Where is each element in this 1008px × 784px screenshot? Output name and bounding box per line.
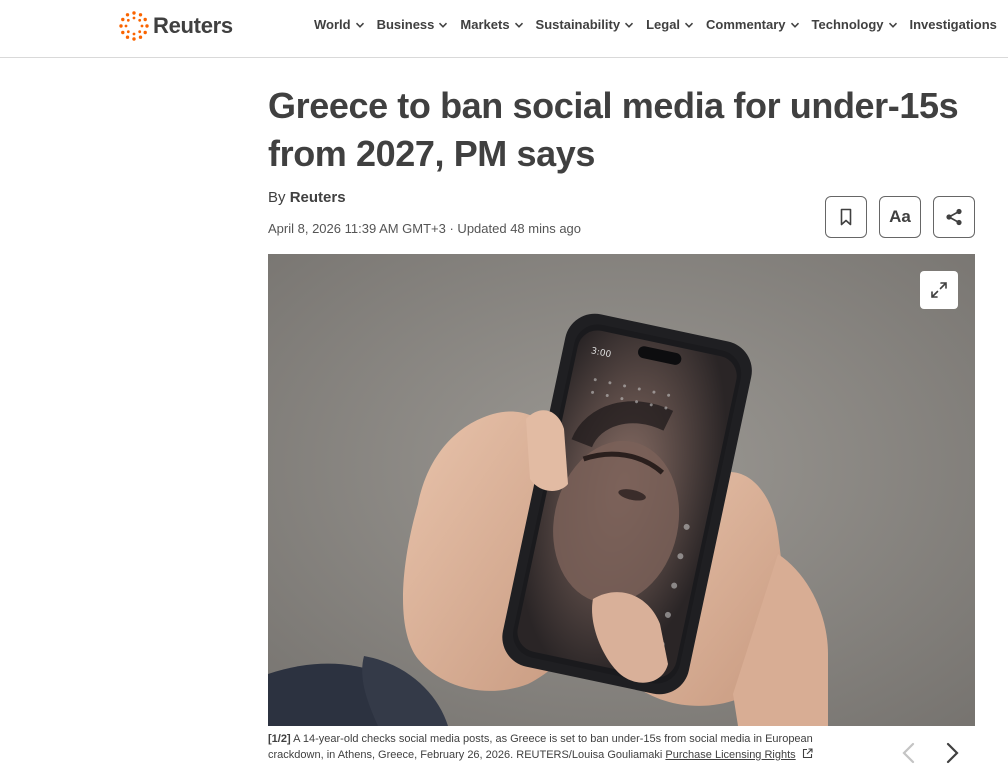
previous-arrow-icon bbox=[902, 742, 915, 764]
nav-sustainability[interactable]: Sustainability bbox=[536, 17, 635, 32]
expand-photo-button[interactable] bbox=[920, 271, 958, 309]
next-arrow-icon bbox=[946, 742, 959, 764]
chevron-down-icon bbox=[439, 22, 448, 28]
text-size-button[interactable]: Aa bbox=[879, 196, 921, 238]
nav-label: Markets bbox=[460, 17, 510, 32]
nav-label: Business bbox=[376, 17, 435, 32]
bookmark-icon bbox=[840, 208, 852, 226]
byline-prefix: By bbox=[268, 189, 286, 206]
main-nav: World Business Markets Sustainability Le… bbox=[314, 17, 1008, 32]
nav-label: Legal bbox=[646, 17, 681, 32]
logo-text: Reuters bbox=[153, 13, 233, 38]
chevron-down-icon bbox=[625, 22, 634, 28]
nav-world[interactable]: World bbox=[314, 17, 365, 32]
dateline: April 8, 2026 11:39 AM GMT+3 · Updated 4… bbox=[268, 221, 582, 236]
nav-markets[interactable]: Markets bbox=[460, 17, 523, 32]
nav-label: Technology bbox=[811, 17, 884, 32]
expand-icon bbox=[931, 282, 947, 298]
nav-legal[interactable]: Legal bbox=[646, 17, 694, 32]
chevron-down-icon bbox=[685, 22, 694, 28]
chevron-down-icon bbox=[514, 22, 523, 28]
article-photo[interactable]: 3:00 bbox=[268, 254, 975, 726]
site-header: Reuters World Business Markets Sustainab… bbox=[0, 0, 1008, 58]
share-button[interactable] bbox=[933, 196, 975, 238]
purchase-licensing-link[interactable]: Purchase Licensing Rights bbox=[665, 749, 795, 761]
gallery-counter: [1/2] bbox=[268, 733, 291, 745]
nav-investigations[interactable]: Investigations bbox=[910, 17, 997, 32]
nav-business[interactable]: Business bbox=[377, 17, 449, 32]
external-link-icon bbox=[802, 748, 813, 759]
nav-label: Sustainability bbox=[535, 17, 621, 32]
chevron-down-icon bbox=[888, 22, 897, 28]
photo-image: 3:00 bbox=[268, 254, 975, 726]
text-size-label: Aa bbox=[889, 207, 911, 226]
reuters-logo[interactable]: Reuters bbox=[117, 9, 233, 43]
nav-technology[interactable]: Technology bbox=[812, 17, 898, 32]
nav-label: World bbox=[314, 17, 351, 32]
next-photo-button[interactable] bbox=[938, 738, 966, 768]
nav-commentary[interactable]: Commentary bbox=[706, 17, 799, 32]
nav-label: Investigations bbox=[909, 17, 997, 32]
nav-label: Commentary bbox=[706, 17, 786, 32]
chevron-down-icon bbox=[355, 22, 364, 28]
photo-caption: [1/2] A 14-year-old checks social media … bbox=[268, 731, 848, 763]
reuters-logo-icon bbox=[119, 11, 149, 41]
article-headline: Greece to ban social media for under-15s… bbox=[268, 85, 959, 174]
bookmark-button[interactable] bbox=[825, 196, 867, 238]
chevron-down-icon bbox=[790, 22, 799, 28]
byline: By Reuters bbox=[268, 189, 346, 206]
share-icon bbox=[946, 208, 962, 226]
author-link[interactable]: Reuters bbox=[290, 189, 346, 206]
previous-photo-button[interactable] bbox=[895, 738, 923, 768]
